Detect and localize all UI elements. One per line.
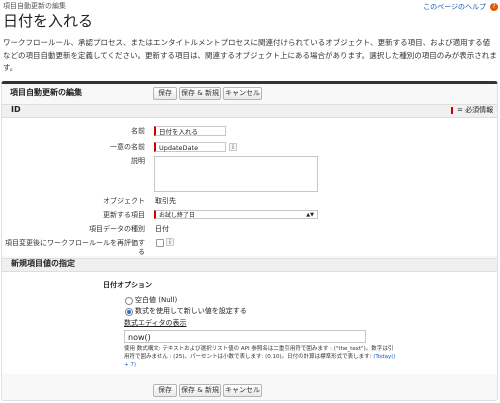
reevaluate-label: 項目変更後にワークフロールールを再評価する — [5, 239, 145, 256]
chevron-updown-icon: ▲▼ — [306, 212, 314, 218]
formula-editor-link[interactable]: 数式エディタの表示 — [124, 319, 187, 328]
formula-help-text-1: 使用 数式構文: テキストおよび選択リスト値の API 参照名は二重引用符で囲み… — [124, 346, 394, 360]
object-label: オブジェクト — [103, 197, 145, 205]
info-icon[interactable]: i — [229, 143, 237, 151]
option-formula-radio[interactable] — [125, 308, 133, 316]
field-to-update-label: 更新する項目 — [103, 211, 145, 219]
breadcrumb: 項目自動更新の編集 — [3, 2, 66, 10]
option-blank-label: 空白値 (Null) — [135, 296, 178, 304]
page-description: ワークフロールール、承認プロセス、またはエンタイトルメントプロセスに関連付けられ… — [3, 38, 497, 72]
object-value: 取引先 — [155, 197, 176, 205]
info-icon[interactable]: i — [166, 238, 174, 246]
page-title: 日付を入れる — [3, 12, 94, 30]
name-label: 名前 — [131, 127, 145, 135]
date-options-label: 日付オプション — [103, 281, 152, 289]
new-value-section-title: 新規項目値の指定 — [11, 259, 75, 268]
description-label: 説明 — [131, 157, 145, 165]
formula-textarea[interactable]: now() — [124, 330, 366, 343]
cancel-button-top[interactable]: キャンセル — [223, 87, 262, 100]
new-value-section-header — [2, 258, 497, 272]
required-marker-icon — [451, 107, 453, 114]
required-info-legend: = 必須情報 — [457, 106, 494, 114]
id-section-title: ID — [11, 105, 21, 114]
save-new-button-bottom[interactable]: 保存 & 新規 — [179, 384, 221, 397]
unique-name-label: 一意の名前 — [110, 143, 145, 151]
field-to-update-value: お試し終了日 — [159, 212, 196, 219]
help-link[interactable]: このページのヘルプ — [423, 3, 486, 12]
formula-help-text: 使用 数式構文: テキストおよび選択リスト値の API 参照名は二重引用符で囲み… — [124, 345, 396, 369]
save-button-bottom[interactable]: 保存 — [153, 384, 177, 397]
field-type-value: 日付 — [155, 225, 169, 233]
reevaluate-checkbox[interactable] — [156, 239, 164, 247]
panel-title: 項目自動更新の編集 — [10, 88, 82, 97]
unique-name-input[interactable]: UpdateDate — [154, 142, 226, 152]
save-button-top[interactable]: 保存 — [153, 87, 177, 100]
help-icon[interactable]: ? — [490, 3, 498, 11]
description-textarea[interactable] — [154, 156, 318, 192]
name-input[interactable]: 日付を入れる — [154, 126, 226, 136]
field-type-label: 項目データの種別 — [89, 225, 145, 233]
id-section-header — [2, 104, 497, 118]
field-to-update-select[interactable]: お試し終了日 ▲▼ — [154, 210, 318, 219]
option-formula-label: 数式を使用して新しい値を設定する — [135, 307, 247, 315]
option-blank-radio[interactable] — [125, 297, 133, 305]
save-new-button-top[interactable]: 保存 & 新規 — [179, 87, 221, 100]
cancel-button-bottom[interactable]: キャンセル — [223, 384, 262, 397]
